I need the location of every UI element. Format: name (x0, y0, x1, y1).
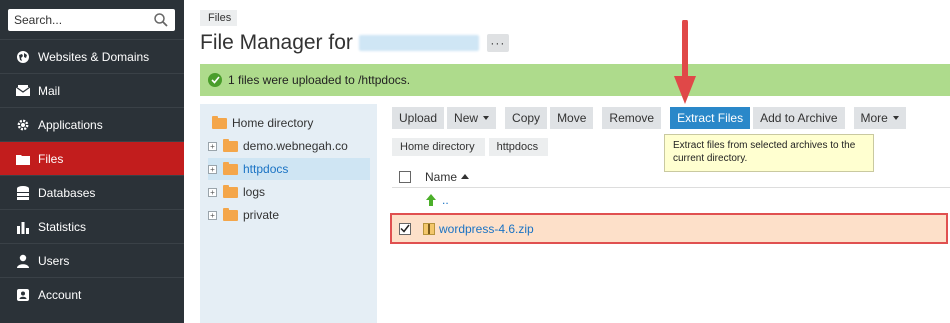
sidebar-item-label: Databases (38, 185, 96, 200)
sidebar-item-mail[interactable]: Mail (0, 73, 184, 107)
folder-icon (223, 207, 238, 221)
sidebar-item-databases[interactable]: Databases (0, 175, 184, 209)
add-to-archive-button[interactable]: Add to Archive (753, 107, 845, 129)
tree-item-logs[interactable]: + logs (208, 181, 370, 203)
upload-label: Upload (399, 111, 438, 125)
breadcrumb-files[interactable]: Files (200, 10, 238, 26)
sidebar-item-websites-domains[interactable]: Websites & Domains (0, 39, 184, 73)
path-breadcrumb: Home directory httpdocs (392, 138, 552, 156)
table-header: Name (392, 166, 950, 188)
add-to-archive-label: Add to Archive (760, 111, 838, 125)
arrow-up-icon (424, 193, 438, 207)
folder-icon (223, 161, 238, 175)
remove-label: Remove (609, 111, 655, 125)
page-title-text: File Manager for (200, 31, 353, 54)
sort-up-icon (461, 174, 470, 179)
sidebar-item-label: Statistics (38, 219, 87, 234)
tree-item-label: logs (243, 185, 266, 199)
search-input[interactable]: Search... (8, 9, 175, 31)
chevron-down-icon (483, 116, 490, 120)
expand-icon[interactable]: + (208, 210, 217, 220)
tree-item-demo-webnegah[interactable]: + demo.webnegah.co (208, 135, 370, 157)
more-button[interactable]: More (853, 107, 906, 129)
tree-home-label: Home directory (232, 116, 314, 130)
globe-icon (15, 49, 31, 65)
search-icon[interactable] (153, 12, 169, 28)
folder-icon (15, 151, 31, 167)
sidebar-item-users[interactable]: Users (0, 243, 184, 277)
user-icon (15, 253, 31, 269)
search-placeholder: Search... (14, 13, 63, 27)
chevron-down-icon (892, 116, 899, 120)
column-name-label: Name (425, 169, 458, 184)
expand-icon[interactable]: + (208, 187, 217, 197)
folder-icon (223, 138, 238, 152)
sidebar-item-label: Applications (38, 117, 103, 132)
move-label: Move (557, 111, 587, 125)
redacted-domain (358, 35, 479, 51)
bar-chart-icon (15, 219, 31, 235)
sidebar-item-label: Users (38, 253, 70, 268)
sidebar-item-applications[interactable]: Applications (0, 107, 184, 141)
table-row[interactable]: wordpress-4.6.zip (390, 213, 948, 244)
tree-item-label: private (243, 208, 280, 222)
expand-icon[interactable]: + (208, 164, 217, 174)
success-alert: 1 files were uploaded to /httpdocs. (200, 64, 950, 96)
annotation-arrow-icon (674, 20, 696, 104)
upload-button[interactable]: Upload (392, 107, 445, 129)
folder-icon (223, 184, 238, 198)
copy-button[interactable]: Copy (505, 107, 548, 129)
path-home-directory[interactable]: Home directory (392, 138, 485, 156)
parent-directory-row[interactable]: .. (424, 193, 449, 207)
alert-text: 1 files were uploaded to /httpdocs. (228, 73, 411, 87)
sidebar-item-label: Mail (38, 83, 61, 98)
sidebar-nav: Websites & Domains Mail Applications Fil… (0, 39, 184, 311)
expand-icon[interactable]: + (208, 141, 217, 151)
copy-label: Copy (512, 111, 541, 125)
page-title: File Manager for ··· (200, 31, 509, 55)
column-name-header[interactable]: Name (425, 169, 470, 184)
check-icon (208, 73, 222, 87)
sidebar-item-label: Files (38, 151, 64, 166)
extract-files-button[interactable]: Extract Files (670, 107, 751, 129)
select-all-checkbox[interactable] (399, 170, 411, 183)
more-options-button[interactable]: ··· (486, 34, 509, 52)
row-checkbox[interactable] (399, 222, 411, 235)
zip-file-icon (423, 222, 435, 235)
envelope-icon (15, 83, 31, 99)
directory-tree: Home directory + demo.webnegah.co + http… (200, 104, 377, 323)
sidebar-item-label: Websites & Domains (38, 49, 150, 64)
remove-button[interactable]: Remove (602, 107, 662, 129)
move-button[interactable]: Move (550, 107, 594, 129)
gear-icon (15, 117, 31, 133)
breadcrumb: Files (200, 9, 238, 27)
tree-item-label: httpdocs (243, 162, 289, 176)
sidebar-item-files[interactable]: Files (0, 141, 184, 175)
file-toolbar: Upload New Copy Move Remove Extract File… (392, 107, 909, 129)
sidebar-item-statistics[interactable]: Statistics (0, 209, 184, 243)
tree-home-directory[interactable]: Home directory (212, 115, 314, 130)
new-button[interactable]: New (447, 107, 497, 129)
tree-item-label: demo.webnegah.co (243, 139, 348, 153)
folder-icon (212, 115, 227, 129)
file-name-link[interactable]: wordpress-4.6.zip (439, 222, 534, 236)
tree-item-httpdocs[interactable]: + httpdocs (208, 158, 370, 180)
more-label: More (860, 111, 888, 125)
sidebar-item-account[interactable]: Account (0, 277, 184, 311)
parent-directory-label: .. (442, 193, 449, 207)
new-label: New (454, 111, 479, 125)
database-icon (15, 185, 31, 201)
sidebar: Search... Websites & Domains Mail Applic… (0, 0, 184, 323)
sidebar-item-label: Account (38, 287, 82, 302)
account-card-icon (15, 287, 31, 303)
path-httpdocs[interactable]: httpdocs (488, 138, 549, 156)
extract-label: Extract Files (677, 111, 744, 125)
tree-item-private[interactable]: + private (208, 204, 370, 226)
